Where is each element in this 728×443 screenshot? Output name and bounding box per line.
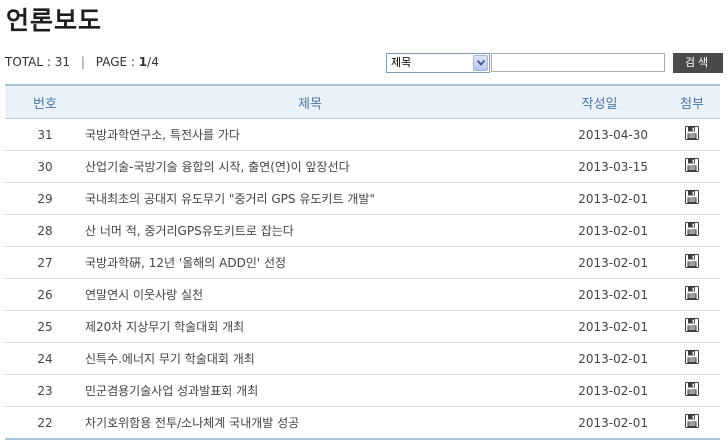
- row-attachment[interactable]: [664, 246, 720, 279]
- table-row: 30 산업기술-국방기술 융합의 시작, 출연(연)이 앞장선다 2013-03…: [5, 150, 720, 183]
- table-row: 22 차기호위함용 전투/소나체계 국내개발 성공 2013-02-01: [5, 406, 720, 440]
- chevron-down-icon[interactable]: [473, 55, 488, 71]
- floppy-disk-icon[interactable]: [685, 350, 699, 367]
- press-release-page: 언론보도 TOTAL : 31 | PAGE : 1/4 제목 검색 번호 제목…: [0, 0, 728, 443]
- page-label: PAGE: [95, 55, 128, 69]
- row-number: 29: [5, 182, 85, 215]
- table-row: 25 제20차 지상무기 학술대회 개최 2013-02-01: [5, 310, 720, 343]
- floppy-disk-icon[interactable]: [685, 254, 699, 271]
- floppy-disk-icon[interactable]: [685, 382, 699, 399]
- search-field-select[interactable]: 제목: [386, 53, 490, 73]
- table-row: 26 연말연시 이웃사랑 실천 2013-02-01: [5, 278, 720, 311]
- row-subject-link[interactable]: 민군겸용기술사업 성과발표회 개최: [85, 374, 535, 407]
- total-count: 31: [54, 55, 71, 69]
- row-subject-link[interactable]: 신특수.에너지 무기 학술대회 개최: [85, 342, 535, 375]
- summary-separator: |: [80, 55, 85, 69]
- floppy-disk-icon[interactable]: [685, 190, 699, 207]
- row-attachment[interactable]: [664, 182, 720, 215]
- row-date: 2013-02-01: [535, 342, 664, 375]
- current-page: 1: [138, 55, 148, 69]
- floppy-disk-icon[interactable]: [685, 414, 699, 431]
- row-number: 30: [5, 150, 85, 183]
- table-row: 24 신특수.에너지 무기 학술대회 개최 2013-02-01: [5, 342, 720, 375]
- row-date: 2013-02-01: [535, 278, 664, 311]
- row-subject-link[interactable]: 산업기술-국방기술 융합의 시작, 출연(연)이 앞장선다: [85, 150, 535, 183]
- row-subject-link[interactable]: 국내최초의 공대지 유도무기 "중거리 GPS 유도키트 개발": [85, 182, 535, 215]
- row-date: 2013-02-01: [535, 182, 664, 215]
- row-date: 2013-02-01: [535, 374, 664, 407]
- row-attachment[interactable]: [664, 374, 720, 407]
- row-subject-link[interactable]: 연말연시 이웃사랑 실천: [85, 278, 535, 311]
- header-subject: 제목: [85, 84, 535, 119]
- row-date: 2013-02-01: [535, 406, 664, 440]
- row-subject-link[interactable]: 산 너머 적, 중거리GPS유도키트로 잡는다: [85, 214, 535, 247]
- search-field-selected: 제목: [391, 56, 412, 69]
- row-attachment[interactable]: [664, 342, 720, 375]
- table-row: 29 국내최초의 공대지 유도무기 "중거리 GPS 유도키트 개발" 2013…: [5, 182, 720, 215]
- row-number: 28: [5, 214, 85, 247]
- row-date: 2013-02-01: [535, 214, 664, 247]
- row-date: 2013-02-01: [535, 246, 664, 279]
- header-date: 작성일: [535, 84, 664, 119]
- total-label: TOTAL: [5, 55, 44, 69]
- search-button[interactable]: 검색: [673, 53, 723, 73]
- floppy-disk-icon[interactable]: [685, 318, 699, 335]
- table-header-row: 번호 제목 작성일 첨부: [5, 84, 720, 119]
- header-number: 번호: [5, 84, 85, 119]
- floppy-disk-icon[interactable]: [685, 222, 699, 239]
- row-subject-link[interactable]: 국방과학硏, 12년 '올해의 ADD인' 선정: [85, 246, 535, 279]
- press-list-table: 번호 제목 작성일 첨부 31 국방과학연구소, 특전사를 가다 2013-04…: [5, 84, 720, 440]
- floppy-disk-icon[interactable]: [685, 126, 699, 143]
- row-number: 31: [5, 118, 85, 151]
- list-summary: TOTAL : 31 | PAGE : 1/4: [5, 55, 159, 69]
- row-date: 2013-02-01: [535, 310, 664, 343]
- row-attachment[interactable]: [664, 150, 720, 183]
- search-input[interactable]: [491, 53, 665, 72]
- row-subject-link[interactable]: 국방과학연구소, 특전사를 가다: [85, 118, 535, 151]
- page-total: /4: [147, 55, 159, 69]
- row-number: 22: [5, 406, 85, 440]
- row-number: 26: [5, 278, 85, 311]
- row-date: 2013-03-15: [535, 150, 664, 183]
- row-attachment[interactable]: [664, 214, 720, 247]
- row-attachment[interactable]: [664, 310, 720, 343]
- row-attachment[interactable]: [664, 118, 720, 151]
- row-subject-link[interactable]: 차기호위함용 전투/소나체계 국내개발 성공: [85, 406, 535, 440]
- row-number: 24: [5, 342, 85, 375]
- header-attachment: 첨부: [664, 84, 720, 119]
- table-row: 27 국방과학硏, 12년 '올해의 ADD인' 선정 2013-02-01: [5, 246, 720, 279]
- floppy-disk-icon[interactable]: [685, 286, 699, 303]
- table-row: 31 국방과학연구소, 특전사를 가다 2013-04-30: [5, 118, 720, 151]
- floppy-disk-icon[interactable]: [685, 158, 699, 175]
- row-date: 2013-04-30: [535, 118, 664, 151]
- row-attachment[interactable]: [664, 278, 720, 311]
- row-number: 27: [5, 246, 85, 279]
- row-number: 25: [5, 310, 85, 343]
- page-title: 언론보도: [6, 6, 103, 35]
- table-row: 28 산 너머 적, 중거리GPS유도키트로 잡는다 2013-02-01: [5, 214, 720, 247]
- row-subject-link[interactable]: 제20차 지상무기 학술대회 개최: [85, 310, 535, 343]
- row-number: 23: [5, 374, 85, 407]
- table-row: 23 민군겸용기술사업 성과발표회 개최 2013-02-01: [5, 374, 720, 407]
- row-attachment[interactable]: [664, 406, 720, 440]
